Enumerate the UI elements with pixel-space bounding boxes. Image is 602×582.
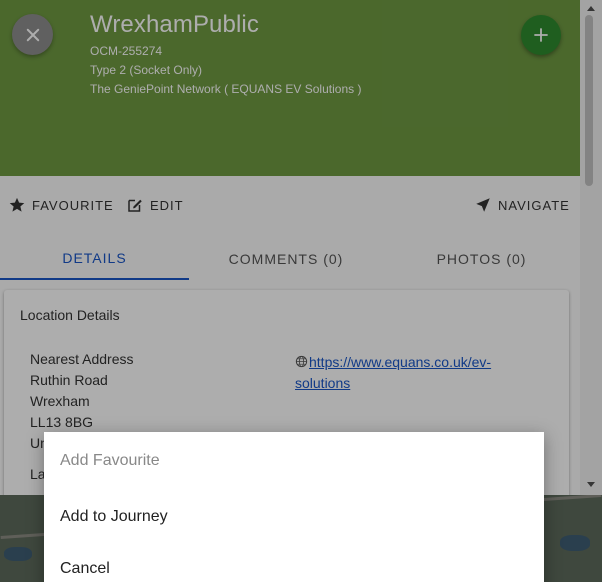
- cancel-option[interactable]: Cancel: [60, 560, 110, 578]
- add-favourite-option[interactable]: Add Favourite: [60, 452, 160, 470]
- add-to-journey-option[interactable]: Add to Journey: [60, 508, 168, 526]
- app-root: WrexhamPublic OCM-255274 Type 2 (Socket …: [0, 0, 602, 582]
- action-dialog: Add Favourite Add to Journey Cancel: [44, 432, 544, 582]
